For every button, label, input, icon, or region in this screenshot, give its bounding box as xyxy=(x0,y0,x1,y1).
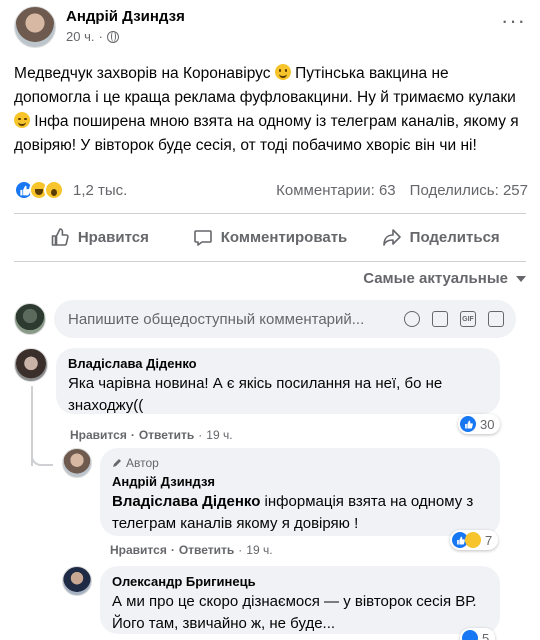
comment-bubble-icon xyxy=(193,230,212,246)
comment-reaction-count: 30 xyxy=(480,416,495,432)
comment-reaction-count: 7 xyxy=(485,532,493,548)
my-avatar[interactable] xyxy=(14,303,46,335)
comment-button[interactable]: Комментировать xyxy=(185,221,356,253)
comment-reactions[interactable]: 5 xyxy=(460,628,496,640)
share-button-label: Поделиться xyxy=(409,228,500,246)
comment-time[interactable]: 19 ч. xyxy=(206,428,232,442)
comment-reply: Автор Андрій Дзиндзя Владіслава Діденко … xyxy=(62,448,528,560)
comment-bubble: Автор Андрій Дзиндзя Владіслава Діденко … xyxy=(100,448,500,536)
like-reaction-icon xyxy=(460,416,476,432)
meta-separator: · xyxy=(98,29,103,44)
separator: · xyxy=(170,543,175,557)
comment-text: Яка чарівна новина! А є якісь посилання … xyxy=(68,375,443,414)
separator: · xyxy=(238,543,243,557)
comment-bubble: Владіслава Діденко Яка чарівна новина! А… xyxy=(56,348,500,414)
post-time[interactable]: 20 ч. xyxy=(66,29,94,44)
author-tag-label: Автор xyxy=(126,456,159,470)
wow-reaction-icon xyxy=(44,180,64,200)
like-button[interactable]: Нравится xyxy=(14,221,185,253)
commenter-avatar[interactable] xyxy=(14,348,48,382)
thread-connector xyxy=(31,450,53,466)
divider xyxy=(14,261,526,262)
comment-reply-link[interactable]: Ответить xyxy=(179,543,234,557)
comment-input[interactable]: Напишите общедоступный комментарий... GI… xyxy=(54,300,516,338)
commenter-name[interactable]: Владіслава Діденко xyxy=(68,356,488,371)
emoji-icon[interactable] xyxy=(404,311,420,327)
gif-icon[interactable]: GIF xyxy=(460,311,476,327)
shares-count[interactable]: Поделились: 257 xyxy=(410,182,528,199)
comment-reaction-count: 5 xyxy=(482,630,490,640)
comment-like-link[interactable]: Нравится xyxy=(110,543,167,557)
comment-reply-link[interactable]: Ответить xyxy=(139,428,194,442)
share-arrow-icon xyxy=(382,229,401,246)
more-options-icon[interactable]: ··· xyxy=(501,10,526,32)
comment-input-placeholder: Напишите общедоступный комментарий... xyxy=(68,310,365,328)
post-stats: 1,2 тыс. Комментарии: 63 Поделились: 257 xyxy=(14,178,528,202)
comment-sort-dropdown[interactable]: Самые актуальные xyxy=(363,270,526,287)
post-text-part-3: Інфа поширена мною взята на одному із те… xyxy=(14,113,519,154)
commenter-name[interactable]: Олександр Бригинець xyxy=(112,574,488,589)
comment-time[interactable]: 19 ч. xyxy=(246,543,272,557)
thumbs-up-icon xyxy=(51,228,69,246)
share-button[interactable]: Поделиться xyxy=(355,221,526,253)
comment-button-label: Комментировать xyxy=(220,228,348,246)
like-button-label: Нравится xyxy=(77,228,149,246)
sort-label: Самые актуальные xyxy=(363,270,508,287)
author-tag: Автор xyxy=(112,456,488,470)
haha-reaction-icon xyxy=(465,532,481,548)
like-reaction-icon xyxy=(462,630,478,640)
post-text: Медведчук захворів на Коронавірус Путінс… xyxy=(14,62,529,158)
comment-like-link[interactable]: Нравится xyxy=(70,428,127,442)
smile-emoji-icon xyxy=(274,64,291,80)
post-header: Андрій Дзиндзя 20 ч. · xyxy=(14,6,185,48)
post-text-part-1: Медведчук захворів на Коронавірус xyxy=(14,65,271,82)
sticker-icon[interactable] xyxy=(488,311,504,327)
camera-icon[interactable] xyxy=(432,311,448,327)
comment-text: А ми про це скоро дізнаємося — у вівторо… xyxy=(112,593,477,632)
comment: Владіслава Діденко Яка чарівна новина! А… xyxy=(14,348,528,448)
separator: · xyxy=(130,428,135,442)
comments-count[interactable]: Комментарии: 63 xyxy=(276,182,396,199)
comment-reactions[interactable]: 7 xyxy=(450,530,499,550)
comment-reply: Олександр Бригинець А ми про це скоро ді… xyxy=(62,566,528,640)
author-avatar[interactable] xyxy=(14,6,56,48)
post-author-name[interactable]: Андрій Дзиндзя xyxy=(66,8,185,25)
globe-icon xyxy=(106,30,119,43)
comment-composer: Напишите общедоступный комментарий... GI… xyxy=(14,300,516,338)
commenter-avatar[interactable] xyxy=(62,448,92,478)
commenter-avatar[interactable] xyxy=(62,566,92,596)
wink-emoji-icon xyxy=(14,112,30,128)
reaction-icons[interactable] xyxy=(14,180,64,200)
divider xyxy=(14,213,526,214)
commenter-name[interactable]: Андрій Дзиндзя xyxy=(112,474,488,489)
reactions-count[interactable]: 1,2 тыс. xyxy=(73,182,127,199)
chevron-down-icon xyxy=(516,275,526,282)
mention-link[interactable]: Владіслава Діденко xyxy=(112,493,260,510)
post-actions: Нравится Комментировать Поделиться xyxy=(14,221,526,253)
pencil-icon xyxy=(113,459,121,467)
comment-reactions[interactable]: 30 xyxy=(458,414,501,434)
comment-bubble: Олександр Бригинець А ми про це скоро ді… xyxy=(100,566,500,634)
separator: · xyxy=(198,428,203,442)
